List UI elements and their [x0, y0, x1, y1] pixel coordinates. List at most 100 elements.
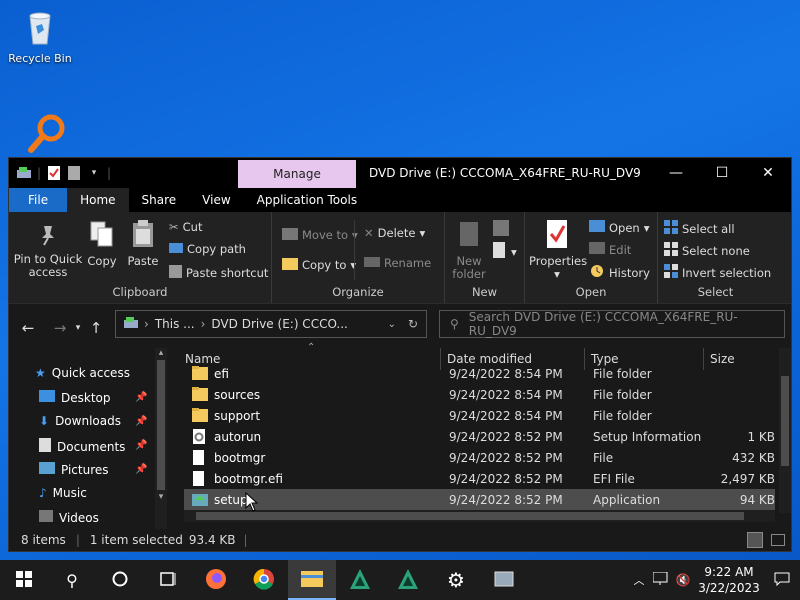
music-note-icon: ♪	[39, 486, 47, 500]
file-row[interactable]: sources 9/24/2022 8:54 PM File folder	[184, 384, 775, 405]
file-row[interactable]: bootmgr.efi 9/24/2022 8:52 PM EFI File 2,49…	[184, 468, 775, 489]
search-button[interactable]: ⚲	[48, 560, 96, 600]
maximize-button[interactable]: ☐	[699, 158, 745, 188]
new-item-button[interactable]	[493, 220, 509, 239]
pin-icon[interactable]: 📌	[135, 392, 147, 403]
recent-locations-button[interactable]: ▾	[71, 323, 85, 333]
file-explorer-button[interactable]	[288, 560, 336, 600]
large-icons-view-button[interactable]	[771, 534, 785, 546]
file-row[interactable]: support 9/24/2022 8:54 PM File folder	[184, 405, 775, 426]
scroll-down-arrow[interactable]: ▾	[155, 492, 167, 502]
address-bar[interactable]: › This ... › DVD Drive (E:) CCCO... ⌄ ↻	[115, 310, 427, 338]
app-button-3[interactable]	[480, 560, 528, 600]
file-row[interactable]: bootmgr 9/24/2022 8:52 PM File 432 KB	[184, 447, 775, 468]
history-button[interactable]: History	[589, 264, 650, 281]
network-window-icon	[493, 570, 515, 591]
pin-icon	[13, 222, 83, 249]
minimize-button[interactable]: —	[653, 158, 699, 188]
scroll-thumb[interactable]	[157, 360, 165, 490]
tab-share[interactable]: Share	[129, 188, 190, 212]
forward-button[interactable]: →	[49, 319, 71, 337]
organize-group-label: Organize	[332, 285, 384, 299]
clipboard-icon	[125, 220, 161, 251]
breadcrumb-current[interactable]: DVD Drive (E:) CCCO...	[211, 317, 347, 331]
invert-selection-button[interactable]: Invert selection	[664, 264, 771, 281]
up-button[interactable]: ↑	[85, 319, 107, 337]
chevron-down-icon[interactable]: ▾	[87, 166, 101, 180]
star-icon: ★	[35, 366, 46, 380]
move-to-button[interactable]: Move to ▾	[282, 226, 358, 243]
task-view-button[interactable]	[144, 560, 192, 600]
copy-button[interactable]: Copy	[85, 220, 119, 268]
pin-icon[interactable]: 📌	[135, 440, 147, 451]
back-button[interactable]: ←	[17, 319, 39, 337]
file-row[interactable]: efi 9/24/2022 8:54 PM File folder	[184, 363, 775, 384]
file-row[interactable]: setup 9/24/2022 8:52 PM Application 94 KB	[184, 489, 775, 510]
open-button[interactable]: Open ▾	[589, 220, 650, 235]
tab-view[interactable]: View	[189, 188, 243, 212]
easy-access-button[interactable]: ▾	[493, 242, 517, 261]
copy-to-button[interactable]: Copy to ▾	[282, 256, 356, 273]
manage-context-tab[interactable]: Manage	[238, 160, 356, 188]
paste-button[interactable]: Paste	[125, 220, 161, 268]
tab-home[interactable]: Home	[67, 188, 129, 212]
copy-icon	[85, 220, 119, 251]
nav-pictures[interactable]: Pictures	[39, 462, 109, 477]
volume-muted-icon[interactable]: 🔇	[672, 573, 694, 587]
search-box[interactable]: ⚲ Search DVD Drive (E:) CCCOMA_X64FRE_RU…	[439, 310, 785, 338]
scroll-thumb[interactable]	[781, 376, 789, 466]
select-none-button[interactable]: Select none	[664, 242, 750, 259]
close-button[interactable]: ✕	[745, 158, 791, 188]
tray-chevron-up-icon[interactable]: ︿	[628, 572, 650, 588]
pin-icon[interactable]: 📌	[135, 416, 147, 427]
nav-scrollbar[interactable]: ▴ ▾	[155, 348, 167, 530]
nav-music[interactable]: ♪ Music	[39, 486, 87, 500]
copy-path-icon	[169, 242, 183, 256]
clipboard-group: Pin to Quick access Copy Paste ✂ Cut Cop…	[9, 212, 272, 303]
taskbar: ⚲ ⚙ ︿ 🔇 9:22 AM 3/22/2023	[0, 560, 800, 600]
new-folder-button[interactable]: New folder	[449, 220, 489, 281]
delete-button[interactable]: ✕ Delete ▾	[364, 226, 425, 240]
details-view-button[interactable]	[747, 532, 763, 548]
properties-button[interactable]: Properties ▾	[529, 220, 587, 281]
pin-to-quick-access-button[interactable]: Pin to Quick access	[13, 222, 83, 279]
recycle-bin[interactable]: Recycle Bin	[5, 8, 75, 65]
new-folder-small-icon[interactable]	[67, 166, 81, 180]
file-list-hscroll[interactable]	[184, 510, 775, 522]
scroll-up-arrow[interactable]: ▴	[155, 348, 167, 358]
firefox-button[interactable]	[192, 560, 240, 600]
clock[interactable]: 9:22 AM 3/22/2023	[694, 564, 764, 596]
edit-button[interactable]: Edit	[589, 242, 631, 257]
nav-quick-access[interactable]: ★ Quick access	[35, 366, 130, 380]
search-app-shortcut[interactable]	[8, 112, 78, 156]
breadcrumb-this-pc[interactable]: This ...	[155, 317, 195, 331]
pin-icon[interactable]: 📌	[135, 464, 147, 475]
chrome-button[interactable]	[240, 560, 288, 600]
nav-videos[interactable]: Videos	[39, 510, 99, 525]
address-dropdown-icon[interactable]: ⌄	[388, 319, 396, 330]
start-button[interactable]	[0, 560, 48, 600]
chrome-icon	[253, 568, 275, 593]
select-all-button[interactable]: Select all	[664, 220, 735, 237]
cut-button[interactable]: ✂ Cut	[169, 220, 202, 234]
rename-button[interactable]: Rename	[364, 256, 431, 270]
paste-shortcut-button[interactable]: Paste shortcut	[169, 264, 268, 281]
hscroll-thumb[interactable]	[196, 512, 744, 520]
tab-file[interactable]: File	[9, 188, 68, 212]
file-list-vscroll[interactable]	[779, 348, 791, 513]
cortana-button[interactable]	[96, 560, 144, 600]
settings-button[interactable]: ⚙	[432, 560, 480, 600]
notifications-icon[interactable]	[764, 572, 800, 589]
file-row[interactable]: autorun 9/24/2022 8:52 PM Setup Informatio…	[184, 426, 775, 447]
nav-documents[interactable]: Documents	[39, 438, 125, 455]
properties-check-icon[interactable]	[47, 166, 61, 180]
nav-desktop[interactable]: Desktop	[39, 390, 111, 405]
tab-application-tools[interactable]: Application Tools	[244, 188, 370, 212]
app-button-2[interactable]	[384, 560, 432, 600]
drive-icon[interactable]	[17, 166, 31, 180]
nav-downloads[interactable]: ⬇ Downloads	[39, 414, 121, 428]
app-button-1[interactable]	[336, 560, 384, 600]
refresh-icon[interactable]: ↻	[408, 317, 418, 331]
copy-path-button[interactable]: Copy path	[169, 242, 246, 256]
network-icon[interactable]	[650, 571, 672, 589]
